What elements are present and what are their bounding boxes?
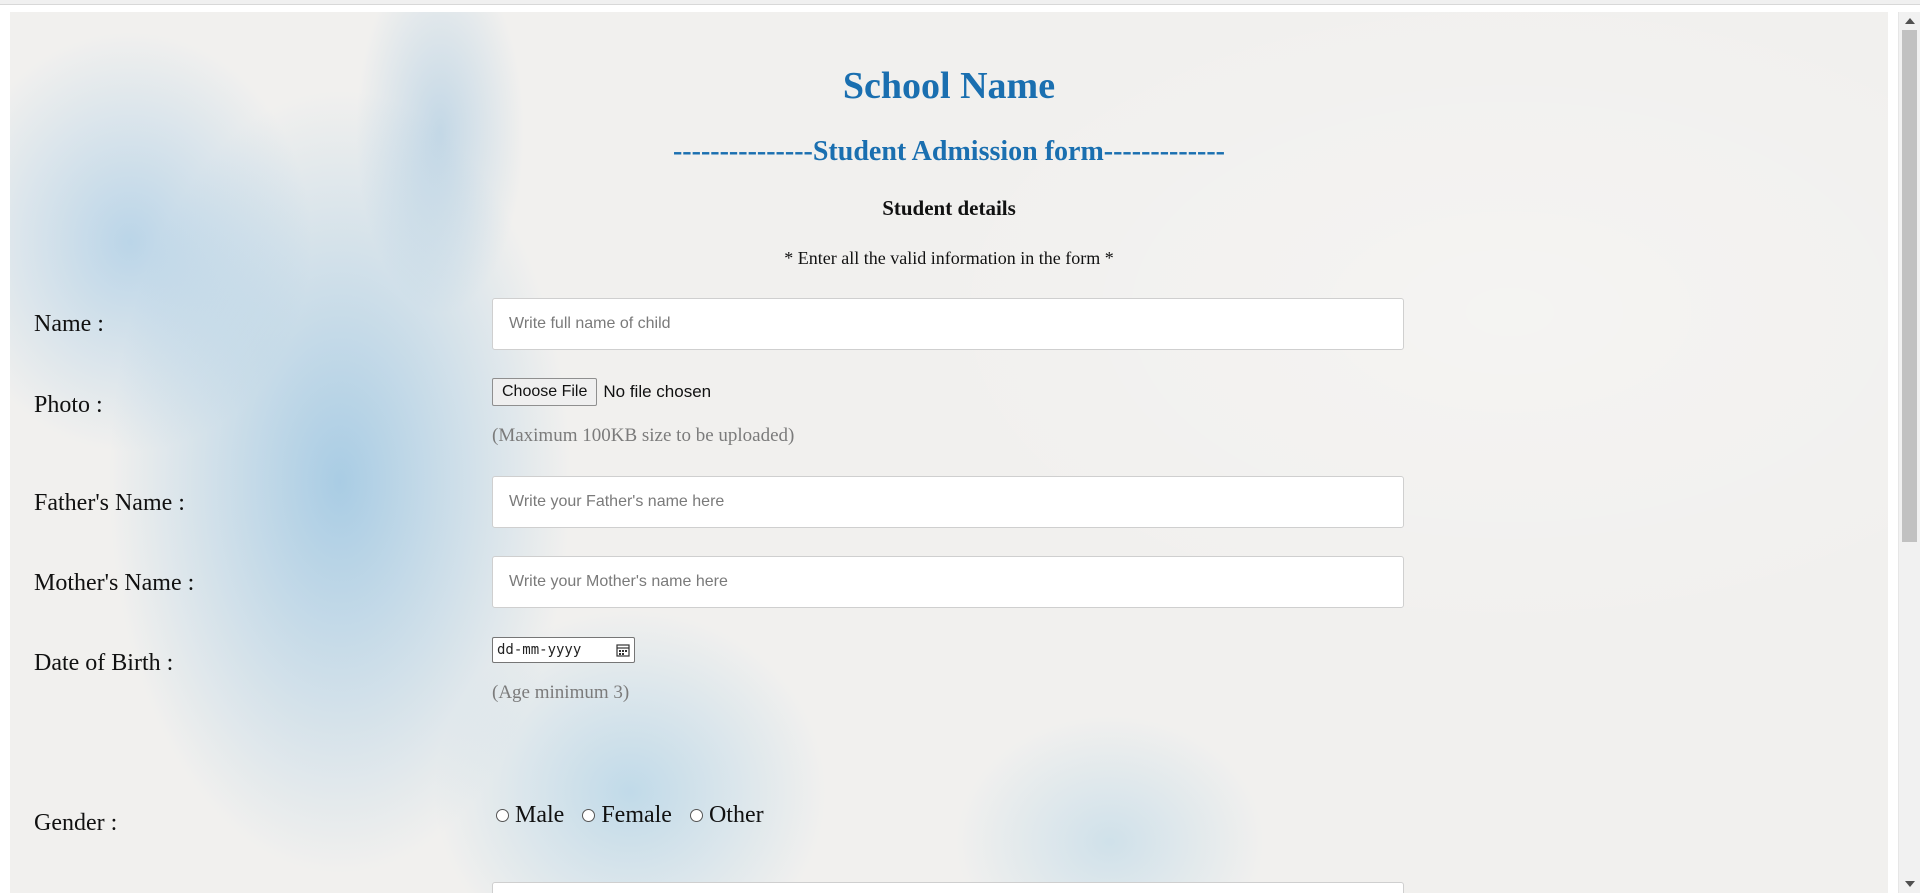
browser-top-edge (0, 0, 1920, 5)
photo-size-hint: (Maximum 100KB size to be uploaded) (492, 425, 795, 446)
radio-label-other: Other (708, 802, 764, 828)
name-input[interactable] (492, 298, 1404, 350)
page-viewport: School Name ---------------Student Admis… (10, 12, 1888, 893)
vertical-scrollbar[interactable] (1898, 12, 1920, 893)
dob-label: Date of Birth : (34, 650, 174, 676)
file-status-text: No file chosen (603, 382, 712, 401)
form-heading: ---------------Student Admission form---… (672, 136, 1225, 167)
scrollbar-thumb[interactable] (1902, 30, 1917, 542)
radio-label-female: Female (601, 802, 672, 828)
scroll-up-arrow-icon[interactable] (1899, 12, 1920, 30)
father-name-input[interactable] (492, 476, 1404, 528)
mother-name-label: Mother's Name : (34, 570, 195, 596)
dob-age-hint: (Age minimum 3) (492, 682, 630, 703)
gender-option-male[interactable]: Male (496, 802, 564, 829)
scroll-down-arrow-icon[interactable] (1899, 875, 1920, 893)
next-field-input[interactable] (492, 882, 1404, 893)
radio-other[interactable] (689, 809, 703, 822)
mother-name-input[interactable] (492, 556, 1404, 608)
gender-radio-group: Male Female Other (496, 802, 782, 829)
radio-male[interactable] (496, 809, 509, 822)
radio-female[interactable] (582, 809, 596, 822)
radio-label-male: Male (515, 802, 565, 828)
gender-option-other[interactable]: Other (689, 802, 764, 829)
name-label: Name : (34, 311, 104, 337)
father-name-label: Father's Name : (34, 490, 185, 516)
gender-option-female[interactable]: Female (582, 802, 672, 829)
choose-file-button[interactable]: Choose File (492, 378, 598, 406)
calendar-icon[interactable] (616, 643, 630, 657)
dob-placeholder: dd-mm-yyyy (497, 642, 582, 658)
dob-date-input[interactable]: dd-mm-yyyy (492, 637, 635, 663)
photo-label: Photo : (34, 392, 103, 418)
page-title: School Name (842, 65, 1056, 107)
section-heading: Student details (882, 196, 1016, 220)
gender-label: Gender : (34, 810, 118, 836)
photo-file-input: Choose File No file chosen (492, 378, 711, 406)
instruction-note: * Enter all the valid information in the… (784, 248, 1114, 268)
